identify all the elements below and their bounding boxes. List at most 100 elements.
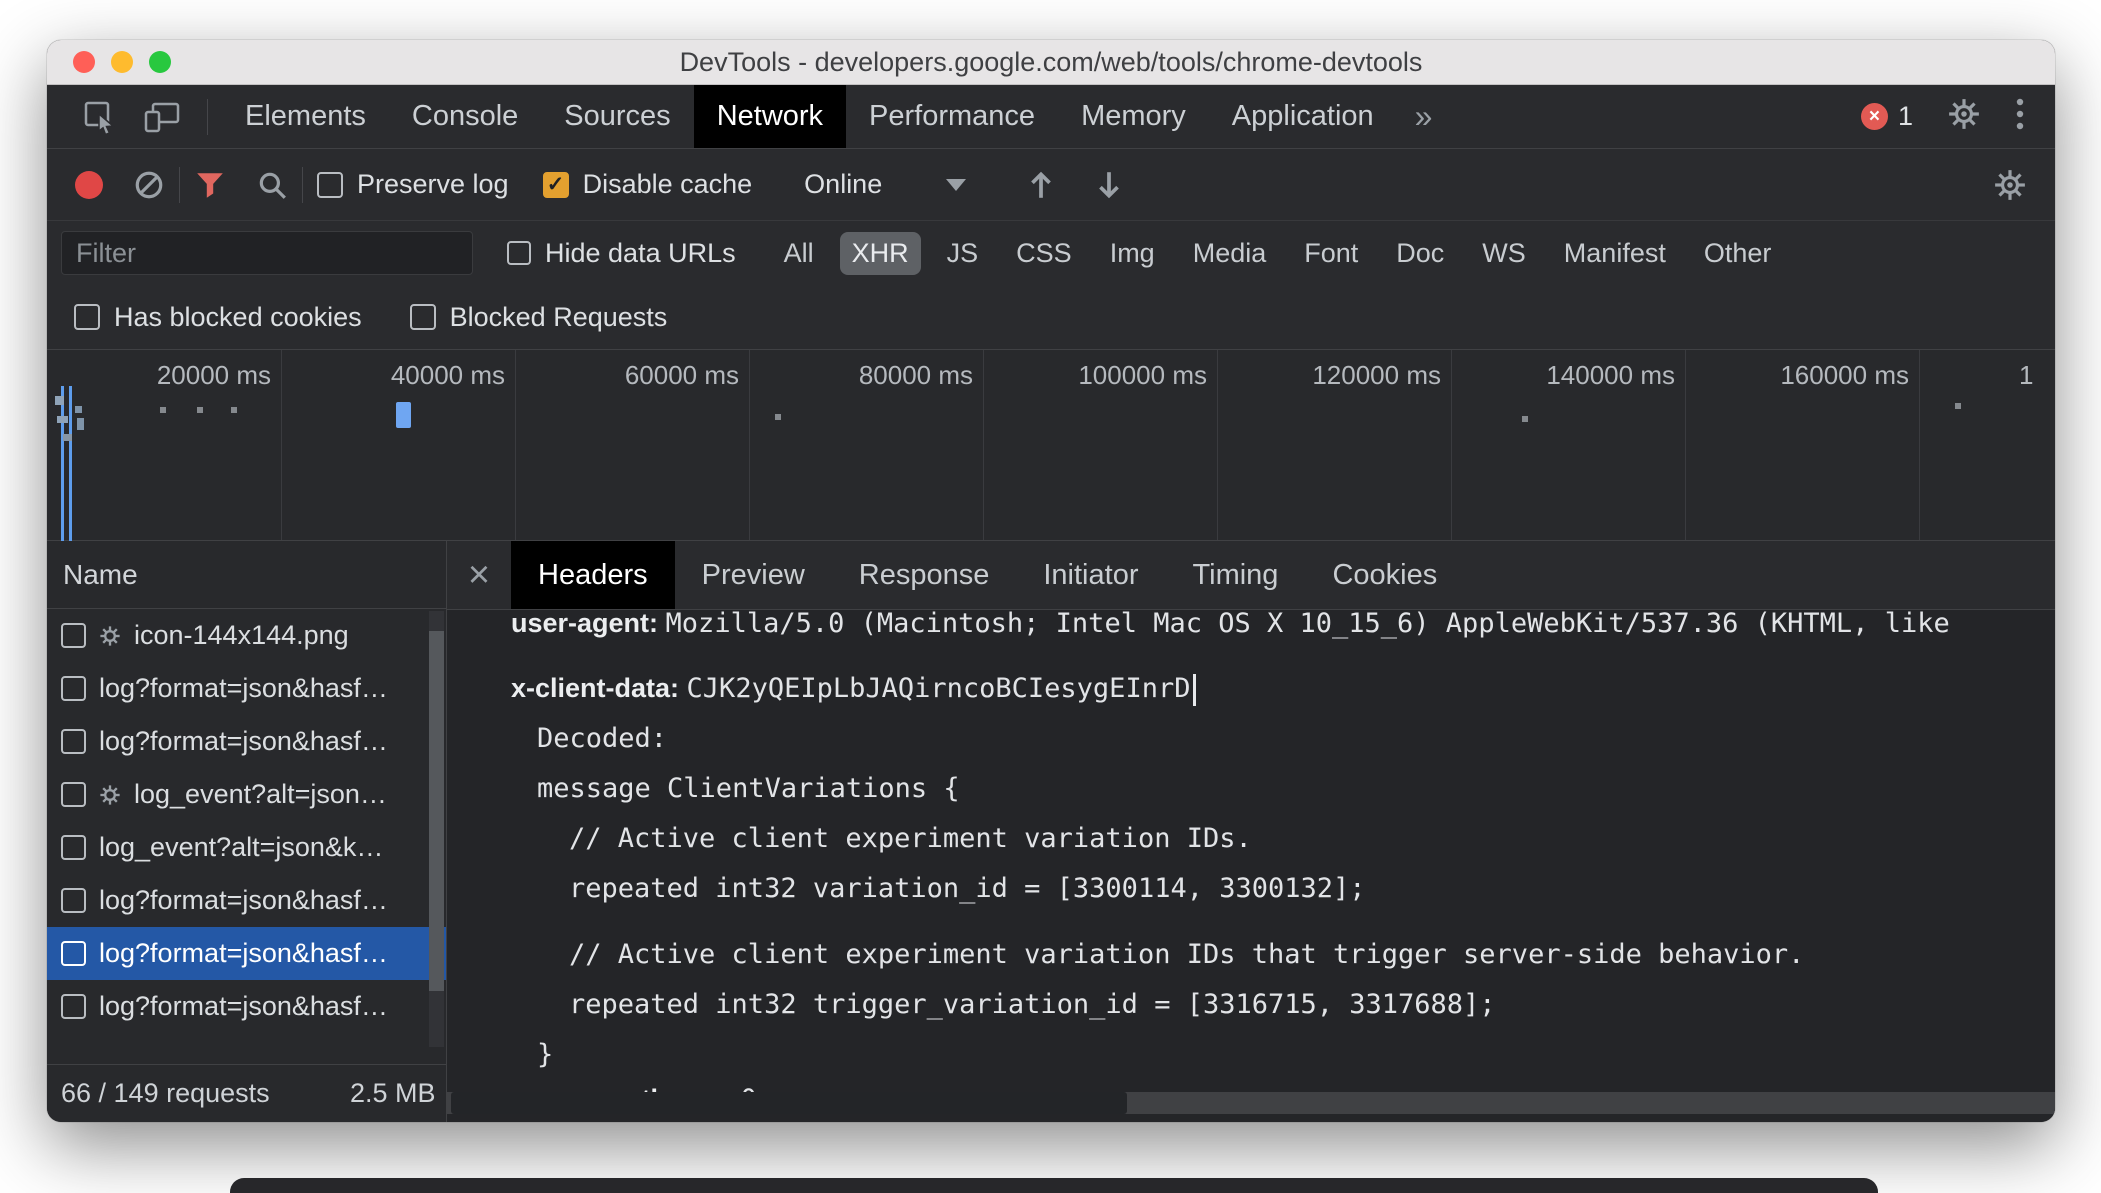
text-cursor	[1193, 673, 1197, 706]
hide-data-urls-checkbox[interactable]: Hide data URLs	[507, 238, 736, 269]
devtools-window: DevTools - developers.google.com/web/too…	[47, 40, 2055, 1122]
close-details-button[interactable]: ×	[447, 554, 511, 597]
overview-mark	[61, 386, 64, 542]
tabbar-right-controls: × 1	[1860, 96, 2055, 137]
preserve-log-checkbox[interactable]: Preserve log	[317, 169, 509, 200]
tab-console[interactable]: Console	[389, 85, 541, 148]
overview-selected-request-mark	[396, 402, 411, 428]
tab-initiator[interactable]: Initiator	[1016, 541, 1165, 609]
request-name: log?format=json&hasf…	[99, 885, 388, 915]
tab-headers[interactable]: Headers	[511, 541, 675, 609]
request-row-selected[interactable]: log?format=json&hasf…	[47, 927, 446, 980]
request-row[interactable]: log?format=json&hasf…	[47, 662, 446, 715]
request-checkbox[interactable]	[61, 676, 86, 701]
gridline	[1451, 350, 1452, 540]
more-tabs-chevron[interactable]: »	[1397, 98, 1451, 135]
details-scrollbar-thumb[interactable]	[451, 1092, 1127, 1114]
filter-bar: Hide data URLs All XHR JS CSS Img Media …	[47, 221, 2055, 285]
type-filter-xhr[interactable]: XHR	[839, 231, 921, 275]
request-checkbox[interactable]	[61, 888, 86, 913]
clear-button[interactable]	[133, 169, 165, 201]
close-button[interactable]	[73, 51, 95, 73]
zoom-button[interactable]	[149, 51, 171, 73]
type-filter-ws[interactable]: WS	[1470, 232, 1538, 275]
import-har-button[interactable]	[1026, 169, 1056, 201]
type-filter-all[interactable]: All	[772, 232, 826, 275]
requests-panel: Name icon-144x144.png log?format=json&ha…	[47, 541, 447, 1122]
titlebar: DevTools - developers.google.com/web/too…	[47, 40, 2055, 85]
checkbox-unchecked[interactable]	[317, 171, 343, 198]
throttling-value: Online	[804, 169, 883, 199]
request-row[interactable]: log?format=json&hasf…	[47, 874, 446, 927]
tab-timing[interactable]: Timing	[1165, 541, 1305, 609]
overview-mark	[1955, 403, 1961, 409]
gridline	[983, 350, 984, 540]
type-filter-other[interactable]: Other	[1692, 232, 1784, 275]
type-filter-img[interactable]: Img	[1098, 232, 1167, 275]
tab-application[interactable]: Application	[1209, 85, 1397, 148]
checkbox-unchecked[interactable]	[74, 304, 100, 330]
type-filter-js[interactable]: JS	[935, 232, 991, 275]
checkbox-unchecked[interactable]	[409, 304, 436, 330]
throttling-dropdown[interactable]: Online	[804, 169, 967, 200]
tab-network[interactable]: Network	[693, 85, 847, 148]
request-row[interactable]: log_event?alt=json&k…	[47, 821, 446, 874]
gridline	[1919, 350, 1920, 540]
request-row[interactable]: icon-144x144.png	[47, 609, 446, 662]
network-overview[interactable]: 20000 ms 40000 ms 60000 ms 80000 ms 1000…	[47, 349, 2055, 542]
tab-sources[interactable]: Sources	[541, 85, 693, 148]
error-indicator[interactable]: × 1	[1860, 101, 1913, 132]
has-blocked-cookies-checkbox[interactable]: Has blocked cookies	[74, 302, 362, 333]
name-column-header[interactable]: Name	[47, 541, 446, 609]
request-row[interactable]: log?format=json&hasf…	[47, 980, 446, 1033]
type-filter-font[interactable]: Font	[1292, 232, 1370, 275]
tab-performance[interactable]: Performance	[846, 85, 1058, 148]
type-filter-css[interactable]: CSS	[1004, 232, 1084, 275]
filter-input[interactable]	[61, 231, 473, 275]
gridline	[1217, 350, 1218, 540]
tab-elements[interactable]: Elements	[222, 85, 389, 148]
request-row[interactable]: log_event?alt=json…	[47, 768, 446, 821]
export-har-button[interactable]	[1094, 169, 1124, 201]
network-settings-button[interactable]	[1993, 168, 2027, 202]
request-checkbox[interactable]	[61, 835, 86, 860]
disable-cache-checkbox[interactable]: ✓ Disable cache	[542, 169, 752, 200]
preserve-log-label: Preserve log	[357, 169, 509, 199]
type-filter-media[interactable]: Media	[1181, 232, 1279, 275]
type-filter-doc[interactable]: Doc	[1384, 232, 1456, 275]
request-checkbox[interactable]	[61, 623, 86, 648]
minimize-button[interactable]	[111, 51, 133, 73]
request-checkbox[interactable]	[61, 729, 86, 754]
inspect-element-button[interactable]	[69, 85, 131, 148]
device-toolbar-icon	[144, 102, 180, 132]
settings-button[interactable]	[1947, 97, 1981, 136]
tab-response[interactable]: Response	[832, 541, 1017, 609]
decoded-line: // Active client experiment variation ID…	[569, 939, 1805, 970]
tab-preview[interactable]: Preview	[675, 541, 832, 609]
search-button[interactable]	[256, 169, 288, 201]
requests-scrollbar-thumb[interactable]	[429, 631, 444, 991]
error-badge-icon: ×	[1860, 103, 1888, 130]
request-checkbox[interactable]	[61, 782, 86, 807]
request-name: log?format=json&hasf…	[99, 991, 388, 1021]
request-checkbox[interactable]	[61, 941, 86, 966]
request-checkbox[interactable]	[61, 994, 86, 1019]
filter-toggle-button[interactable]	[194, 170, 226, 200]
time-label: 20000 ms	[156, 360, 271, 390]
tab-memory[interactable]: Memory	[1058, 85, 1209, 148]
overview-mark	[75, 406, 82, 413]
request-name: log?format=json&hasf…	[99, 938, 388, 968]
device-toolbar-button[interactable]	[131, 85, 193, 148]
tab-cookies[interactable]: Cookies	[1305, 541, 1464, 609]
checkbox-unchecked[interactable]	[507, 241, 531, 265]
kebab-menu-button[interactable]	[2015, 96, 2025, 137]
record-button[interactable]	[75, 170, 103, 199]
blocked-requests-checkbox[interactable]: Blocked Requests	[409, 302, 667, 333]
request-row[interactable]: log?format=json&hasf…	[47, 715, 446, 768]
time-label: 60000 ms	[624, 360, 739, 390]
checkbox-checked[interactable]: ✓	[542, 171, 569, 198]
network-split-view: Name icon-144x144.png log?format=json&ha…	[47, 541, 2055, 1122]
gear-icon	[1949, 99, 1979, 129]
type-filter-manifest[interactable]: Manifest	[1552, 232, 1678, 275]
requests-summary-bar: 66 / 149 requests 2.5 MB	[47, 1064, 446, 1122]
